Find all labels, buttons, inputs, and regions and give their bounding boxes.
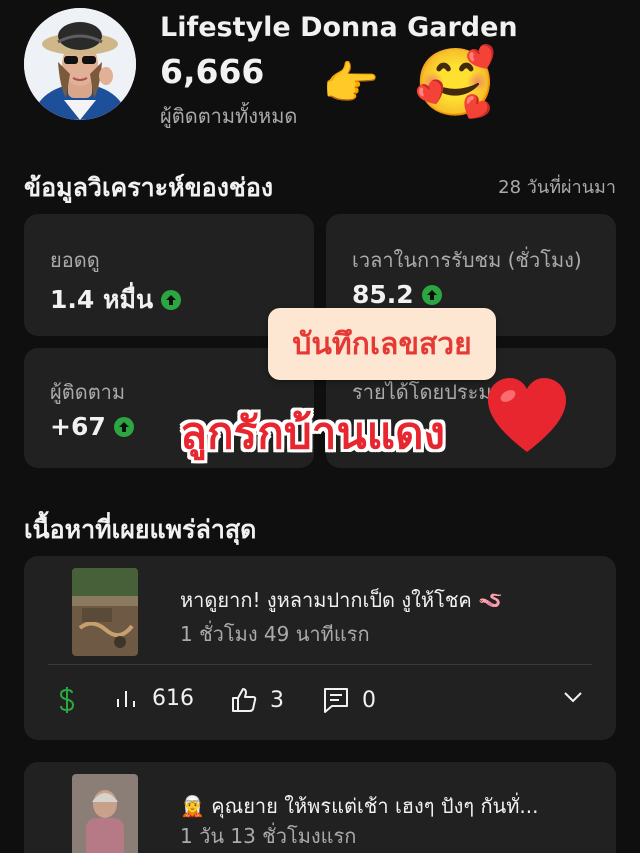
watch-time-value: 85.2 — [352, 280, 442, 309]
revenue-icon[interactable] — [56, 686, 78, 714]
video-card[interactable]: หาดูยาก! งูหลามปากเป็ด งูให้โชค 🪱 1 ชั่ว… — [24, 556, 616, 740]
chevron-down-icon[interactable] — [562, 686, 584, 708]
arrow-up-icon — [161, 290, 182, 310]
arrow-up-icon — [113, 416, 134, 437]
video-title[interactable]: หาดูยาก! งูหลามปากเป็ด งูให้โชค 🪱 — [180, 584, 503, 616]
likes-count: 3 — [270, 687, 284, 713]
analytics-period: 28 วันที่ผ่านมา — [498, 177, 616, 198]
sticker-big-text: ลูกรักบ้านแดง — [180, 408, 446, 459]
watch-time-label: เวลาในการรับชม (ชั่วโมง) — [352, 248, 582, 272]
bar-chart-icon — [117, 690, 135, 707]
subscribers-card-value: +67 — [50, 412, 134, 441]
video-time: 1 วัน 13 ชั่วโมงแรก — [180, 824, 357, 848]
thumbs-up-icon — [232, 688, 257, 712]
smiling-hearts-emoji: 🥰 — [414, 44, 497, 121]
subscriber-label: ผู้ติดตามทั้งหมด — [160, 104, 298, 128]
red-heart-icon — [484, 372, 570, 462]
comment-icon — [324, 688, 348, 713]
video-title[interactable]: 🧝 คุณยาย ให้พรแต่เช้า เฮงๆ ปังๆ กันทั่..… — [180, 790, 538, 822]
channel-avatar[interactable] — [24, 8, 136, 120]
channel-name: Lifestyle Donna Garden — [160, 12, 518, 43]
pointing-hand-emoji: 👉 — [322, 56, 380, 110]
arrow-up-icon — [421, 284, 442, 305]
video-time: 1 ชั่วโมง 49 นาทีแรก — [180, 622, 370, 646]
subscriber-count: 6,666 — [160, 52, 265, 91]
video-thumbnail[interactable] — [72, 774, 138, 853]
divider — [48, 664, 592, 665]
comments-stat[interactable]: 0 — [322, 686, 376, 714]
channel-dashboard: Lifestyle Donna Garden 6,666 ผู้ติดตามทั… — [0, 0, 640, 853]
watch-time-number: 85.2 — [352, 280, 414, 309]
views-label: ยอดดู — [50, 248, 100, 272]
views-value: 1.4 หมื่น — [50, 280, 182, 320]
subscribers-card-label: ผู้ติดตาม — [50, 380, 126, 404]
likes-stat[interactable]: 3 — [230, 686, 284, 714]
comments-count: 0 — [362, 687, 376, 713]
views-number: 1.4 หมื่น — [50, 285, 154, 314]
video-card[interactable]: 🧝 คุณยาย ให้พรแต่เช้า เฮงๆ ปังๆ กันทั่..… — [24, 762, 616, 853]
latest-content-title: เนื้อหาที่เผยแพร่ล่าสุด — [24, 515, 257, 544]
sticker-note: บันทึกเลขสวย — [268, 308, 496, 380]
video-thumbnail[interactable] — [72, 568, 138, 656]
views-stat[interactable]: 616 — [114, 686, 194, 711]
subscribers-gained-number: +67 — [50, 412, 106, 441]
views-count: 616 — [152, 686, 194, 711]
analytics-title: ข้อมูลวิเคราะห์ของช่อง — [24, 173, 274, 202]
